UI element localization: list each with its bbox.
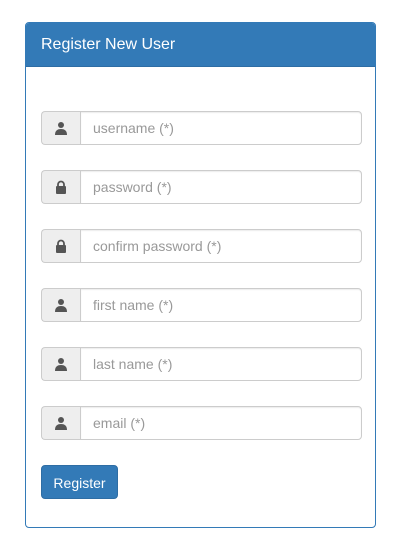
lock-icon bbox=[41, 229, 80, 263]
user-icon bbox=[41, 347, 80, 381]
first-name-group bbox=[41, 288, 362, 322]
email-input[interactable] bbox=[80, 406, 362, 440]
confirm-password-group bbox=[41, 229, 362, 263]
last-name-input[interactable] bbox=[80, 347, 362, 381]
user-icon bbox=[41, 111, 80, 145]
register-panel: Register New User username (*) first nam… bbox=[25, 22, 376, 528]
password-input[interactable] bbox=[80, 170, 362, 204]
panel-title: Register New User bbox=[26, 23, 375, 67]
username-group bbox=[41, 111, 362, 145]
password-group bbox=[41, 170, 362, 204]
last-name-group bbox=[41, 347, 362, 381]
register-form bbox=[41, 111, 362, 465]
confirm-password-input[interactable] bbox=[80, 229, 362, 263]
first-name-input[interactable] bbox=[80, 288, 362, 322]
lock-icon bbox=[41, 170, 80, 204]
email-group bbox=[41, 406, 362, 440]
user-icon bbox=[41, 406, 80, 440]
user-icon bbox=[41, 288, 80, 322]
username-input[interactable] bbox=[80, 111, 362, 145]
register-button[interactable]: Register bbox=[41, 465, 118, 499]
